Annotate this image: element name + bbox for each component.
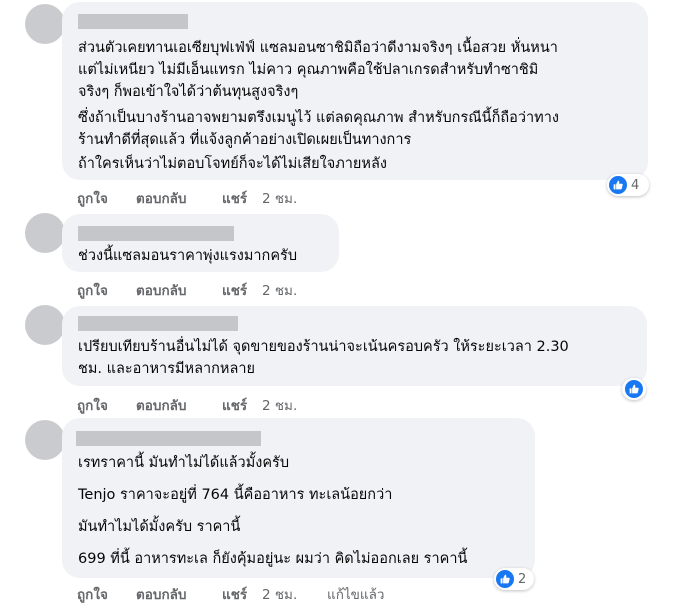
- avatar[interactable]: [25, 305, 65, 345]
- thumbs-up-icon: [496, 570, 514, 588]
- comment-text-line: 699 ที่นี้ อาหารทะเล ก็ยังคุ้มอยู่นะ ผมว…: [78, 551, 468, 567]
- like-button[interactable]: ถูกใจ: [77, 279, 108, 301]
- redacted-author-name[interactable]: [78, 316, 238, 331]
- reply-button[interactable]: ตอบกลับ: [136, 279, 186, 301]
- reply-button[interactable]: ตอบกลับ: [136, 187, 186, 209]
- comment-text-line: เรทราคานี้ มันทำไม่ได้แล้วมั้งครับ: [78, 455, 290, 471]
- timestamp[interactable]: 2 ชม.: [262, 187, 297, 209]
- timestamp[interactable]: 2 ชม.: [262, 279, 297, 301]
- like-button[interactable]: ถูกใจ: [77, 187, 108, 209]
- avatar[interactable]: [25, 4, 65, 44]
- reaction-summary[interactable]: 2: [494, 568, 534, 590]
- comment-text-line: ช่วงนี้แซลมอนราคาพุ่งแรงมากครับ: [78, 248, 298, 264]
- comment-bubble: เรทราคานี้ มันทำไม่ได้แล้วมั้งครับ Tenjo…: [62, 418, 535, 578]
- comment-bubble: เปรียบเทียบร้านอื่นไม่ได้ จุดขายของร้านน…: [62, 306, 647, 386]
- share-button[interactable]: แชร์: [222, 279, 247, 301]
- comment-text-line: ร้านทำดีที่สุดแล้ว ที่แจ้งลูกค้าอย่างเปิ…: [78, 132, 412, 148]
- thumbs-up-icon: [625, 380, 643, 398]
- share-button[interactable]: แชร์: [222, 187, 247, 209]
- redacted-author-name[interactable]: [76, 431, 261, 446]
- comment-text-line: จริงๆ ก็พอเข้าใจได้ว่าต้นทุนสูงจริงๆ: [78, 84, 299, 100]
- comment-text-line: ส่วนตัวเคยทานเอเซียบุฟเฟ่ฟ์ แซลมอนซาชิมิ…: [78, 40, 558, 56]
- comment-bubble: ช่วงนี้แซลมอนราคาพุ่งแรงมากครับ: [62, 214, 339, 272]
- reaction-summary[interactable]: 4: [607, 174, 649, 196]
- comment-text-line: เปรียบเทียบร้านอื่นไม่ได้ จุดขายของร้านน…: [78, 339, 569, 355]
- avatar[interactable]: [25, 420, 65, 460]
- comment-bubble: ส่วนตัวเคยทานเอเซียบุฟเฟ่ฟ์ แซลมอนซาชิมิ…: [62, 2, 648, 180]
- comment-text-line: แต่ไม่เหนียว ไม่มีเอ็นแทรก ไม่คาว คุณภาพ…: [78, 62, 539, 78]
- reaction-count: 2: [518, 571, 527, 587]
- share-button[interactable]: แชร์: [222, 394, 247, 416]
- comment-text-line: Tenjo ราคาจะอยู่ที่ 764 นี้คืออาหาร ทะเล…: [78, 487, 393, 503]
- reply-button[interactable]: ตอบกลับ: [136, 394, 186, 416]
- redacted-author-name[interactable]: [78, 226, 234, 241]
- like-button[interactable]: ถูกใจ: [77, 394, 108, 416]
- redacted-author-name[interactable]: [78, 14, 188, 29]
- thumbs-up-icon: [609, 176, 627, 194]
- comment-text-line: ถ้าใครเห็นว่าไม่ตอบโจทย์ก็จะได้ไม่เสียใจ…: [78, 156, 387, 172]
- reaction-summary[interactable]: [622, 378, 646, 400]
- comment-text-line: มันทำไมได้มั้งครับ ราคานี้: [78, 519, 241, 535]
- comment-text-line: ซึ่งถ้าเป็นบางร้านอาจพยามตรึงเมนูไว้ แต่…: [78, 110, 559, 126]
- comment-text-line: ชม. และอาหารมีหลากหลาย: [78, 361, 255, 377]
- timestamp[interactable]: 2 ชม.: [262, 394, 297, 416]
- avatar[interactable]: [25, 213, 65, 253]
- reaction-count: 4: [631, 177, 640, 193]
